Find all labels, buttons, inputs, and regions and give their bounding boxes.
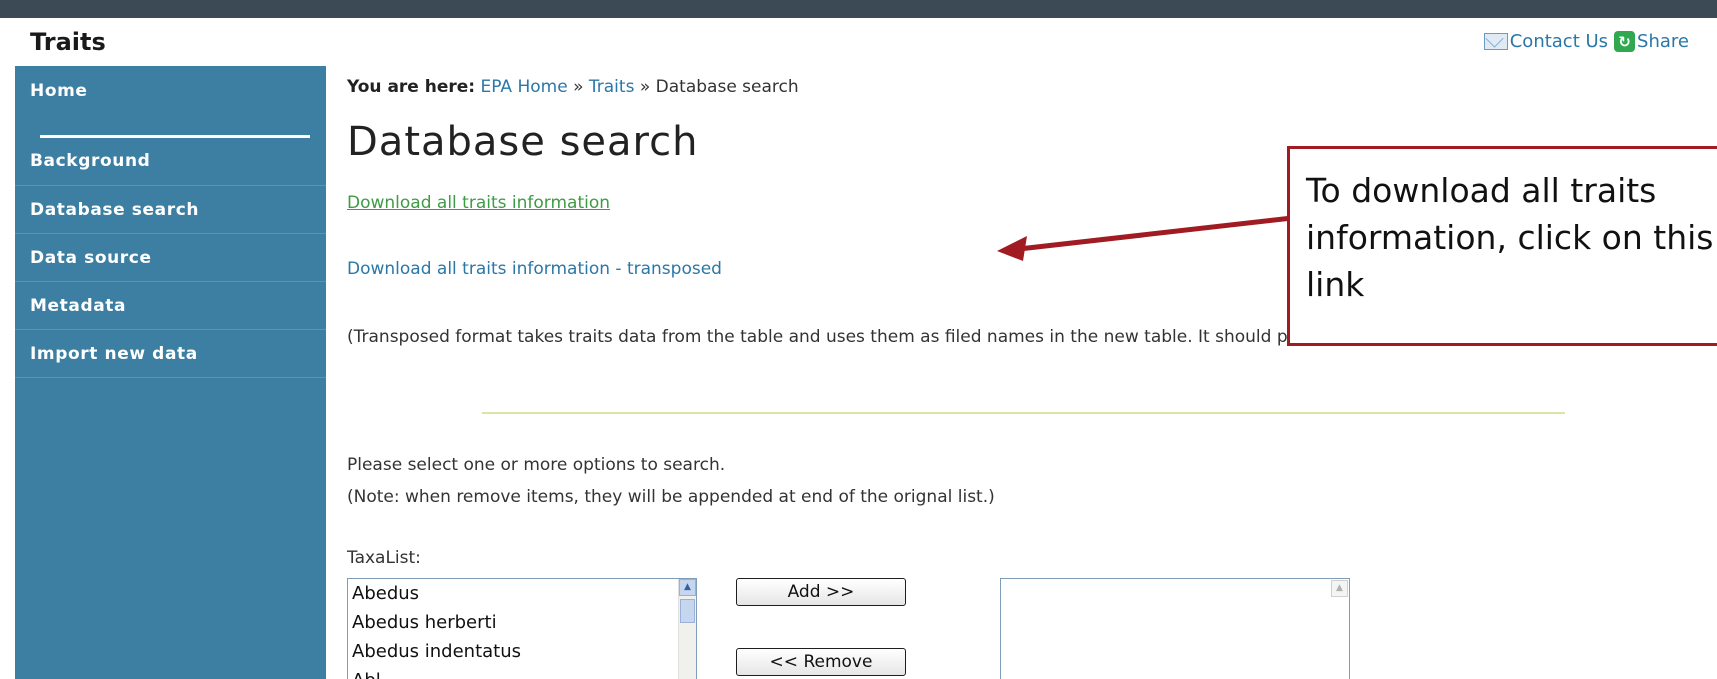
- chevron-up-icon[interactable]: ▲: [679, 579, 696, 596]
- add-button[interactable]: Add >>: [736, 578, 906, 606]
- share-icon: ↻: [1614, 31, 1636, 52]
- search-instruction-note: (Note: when remove items, they will be a…: [347, 487, 995, 507]
- sidebar: Home Background Database search Data sou…: [15, 66, 326, 679]
- sidebar-item-database-search[interactable]: Database search: [15, 186, 326, 234]
- breadcrumb-traits[interactable]: Traits: [589, 77, 635, 97]
- share-link[interactable]: ↻ Share: [1608, 31, 1689, 52]
- list-item[interactable]: Abedus indentatus: [348, 637, 696, 666]
- annotation-arrow: [997, 216, 1293, 261]
- download-all-traits-link[interactable]: Download all traits information: [347, 193, 610, 213]
- scroll-thumb[interactable]: [680, 599, 695, 623]
- breadcrumb-epa-home[interactable]: EPA Home: [481, 77, 568, 97]
- remove-button[interactable]: << Remove: [736, 648, 906, 676]
- taxa-scrollbar[interactable]: ▲: [678, 579, 696, 679]
- sidebar-item-import-new-data[interactable]: Import new data: [15, 330, 326, 378]
- taxa-listbox[interactable]: Abedus Abedus herberti Abedus indentatus…: [347, 578, 697, 679]
- mail-icon: [1483, 33, 1508, 50]
- list-item[interactable]: Abedus: [348, 579, 696, 608]
- header-links: Contact Us ↻ Share: [1483, 31, 1689, 52]
- site-header: Traits Contact Us ↻ Share: [0, 18, 1717, 66]
- breadcrumb: You are here: EPA Home » Traits » Databa…: [347, 77, 799, 97]
- site-title: Traits: [30, 28, 106, 56]
- breadcrumb-separator: »: [639, 77, 651, 97]
- sidebar-item-background[interactable]: Background: [15, 138, 326, 186]
- list-item[interactable]: Abedus herberti: [348, 608, 696, 637]
- sidebar-item-home[interactable]: Home: [15, 66, 326, 138]
- section-divider: [482, 412, 1565, 414]
- contact-us-label: Contact Us: [1509, 31, 1609, 52]
- search-instruction: Please select one or more options to sea…: [347, 455, 726, 475]
- sidebar-item-data-source[interactable]: Data source: [15, 234, 326, 282]
- download-transposed-link[interactable]: Download all traits information - transp…: [347, 259, 722, 279]
- taxa-list-label: TaxaList:: [347, 548, 421, 568]
- annotation-callout: To download all traits information, clic…: [1287, 146, 1717, 346]
- page-title: Database search: [347, 119, 699, 165]
- breadcrumb-prefix: You are here:: [347, 77, 476, 97]
- chevron-up-icon[interactable]: ▲: [1331, 580, 1348, 597]
- list-item[interactable]: Abl...: [348, 666, 696, 679]
- breadcrumb-separator: »: [573, 77, 584, 97]
- share-label: Share: [1637, 31, 1689, 52]
- breadcrumb-current: Database search: [655, 77, 799, 97]
- sidebar-item-metadata[interactable]: Metadata: [15, 282, 326, 330]
- top-bar: [0, 0, 1717, 18]
- selected-taxa-listbox[interactable]: ▲: [1000, 578, 1350, 679]
- contact-us-link[interactable]: Contact Us: [1483, 31, 1609, 52]
